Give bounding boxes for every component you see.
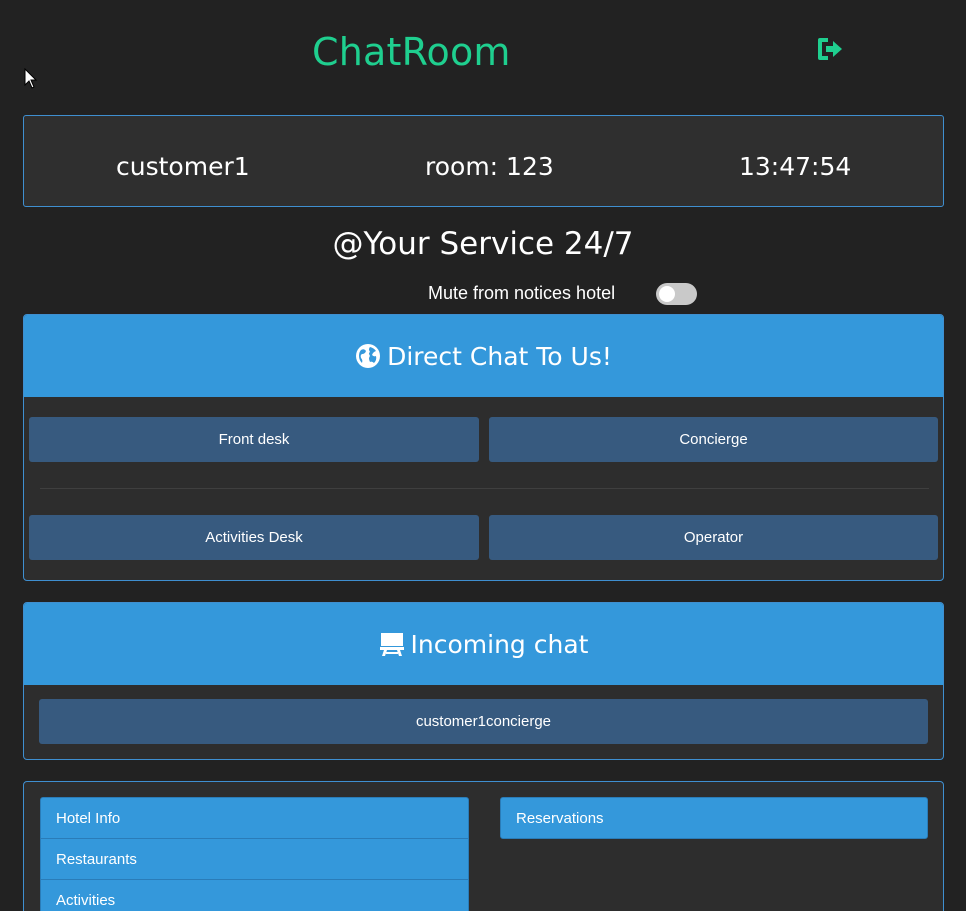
menu-left-column: Hotel Info Restaurants Activities <box>40 797 469 911</box>
user-info-bar: customer1 room: 123 13:47:54 <box>23 115 944 207</box>
concierge-button[interactable]: Concierge <box>489 417 938 462</box>
menu-right-column: Reservations <box>500 797 928 839</box>
direct-chat-header: Direct Chat To Us! <box>24 315 943 397</box>
menu-item-activities[interactable]: Activities <box>40 879 469 911</box>
room-label: room: 123 <box>425 152 554 181</box>
toggle-knob <box>659 286 675 302</box>
incoming-chat-item[interactable]: customer1concierge <box>39 699 928 744</box>
menu-item-hotel-info[interactable]: Hotel Info <box>40 797 469 839</box>
mute-label: Mute from notices hotel <box>428 283 616 303</box>
menu-item-restaurants[interactable]: Restaurants <box>40 838 469 880</box>
app-header: ChatRoom <box>0 0 966 110</box>
activities-desk-button[interactable]: Activities Desk <box>29 515 479 560</box>
clock-label: 13:47:54 <box>739 152 852 181</box>
mute-toggle[interactable] <box>656 283 697 305</box>
operator-button[interactable]: Operator <box>489 515 938 560</box>
incoming-chat-title: Incoming chat <box>410 629 589 659</box>
direct-chat-panel: Direct Chat To Us! Front desk Concierge … <box>23 314 944 581</box>
menu-item-reservations[interactable]: Reservations <box>500 797 928 839</box>
sign-out-icon[interactable] <box>815 36 845 62</box>
hotel-menu-panel: Hotel Info Restaurants Activities Reserv… <box>23 781 944 911</box>
desk-icon <box>379 633 404 656</box>
app-title: ChatRoom <box>312 30 511 74</box>
front-desk-button[interactable]: Front desk <box>29 417 479 462</box>
globe-icon <box>356 344 381 368</box>
incoming-chat-header: Incoming chat <box>24 603 943 685</box>
incoming-chat-panel: Incoming chat customer1concierge <box>23 602 944 760</box>
username-label: customer1 <box>116 152 250 181</box>
direct-chat-title: Direct Chat To Us! <box>387 341 612 371</box>
service-title: @Your Service 24/7 <box>332 226 634 262</box>
divider <box>40 488 929 489</box>
